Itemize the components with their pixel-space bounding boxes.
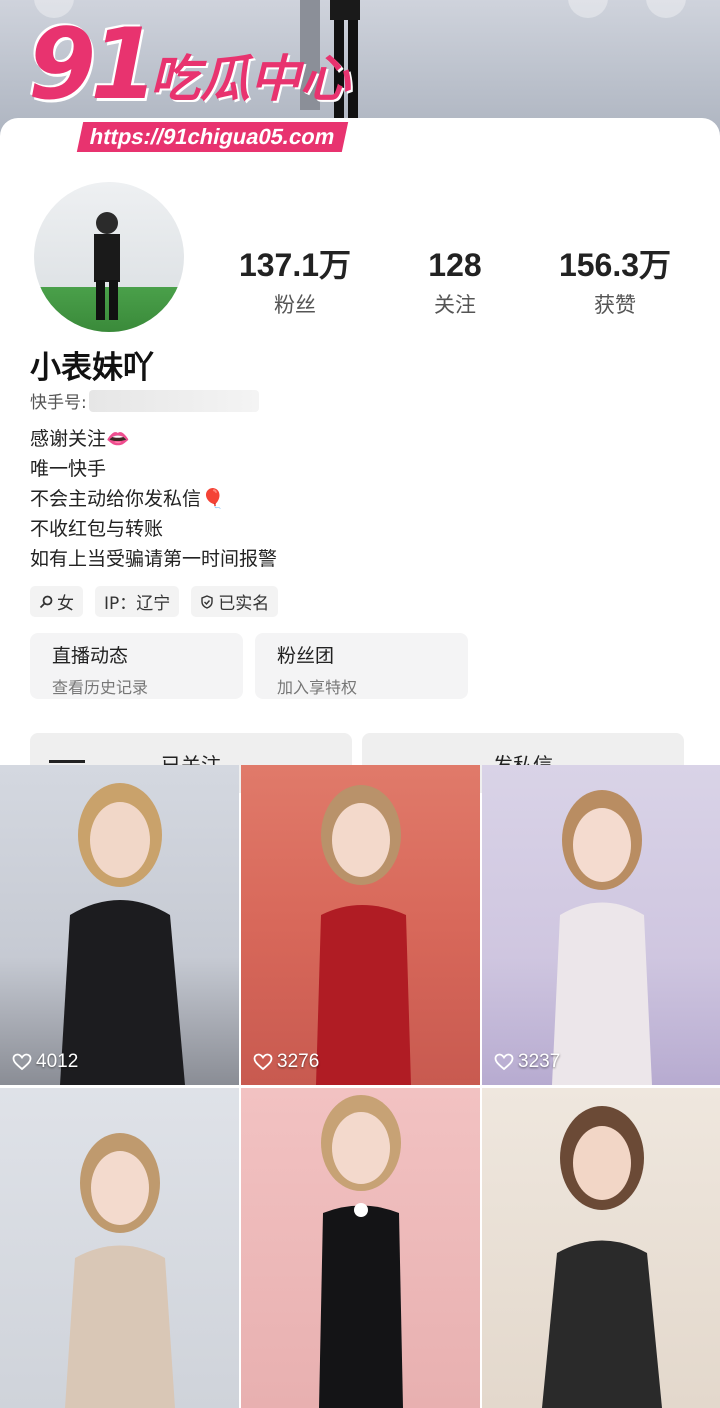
- stat-label: 获赞: [535, 289, 695, 319]
- user-id-row: 快手号:: [30, 388, 259, 413]
- like-count: 3276: [253, 1051, 319, 1073]
- heart-icon: [253, 1053, 273, 1071]
- tag-label: 已实名: [218, 589, 269, 614]
- work-thumbnail[interactable]: 3276: [241, 765, 480, 1085]
- thumbnail-outfit: [542, 1241, 662, 1408]
- feature-cards: 直播动态 查看历史记录 粉丝团 加入享特权: [30, 633, 468, 699]
- profile-name: 小表妹吖: [30, 342, 154, 387]
- thumbnail-person: [20, 1088, 220, 1408]
- card-subtitle: 加入享特权: [277, 674, 468, 698]
- user-id-blurred: [89, 390, 259, 412]
- bio-line: 如有上当受骗请第一时间报警: [30, 544, 277, 574]
- tag-label: IP：辽宁: [104, 589, 170, 614]
- thumbnail-person: [261, 765, 461, 1085]
- thumbnail-outfit: [552, 903, 652, 1086]
- heart-icon: [494, 1053, 514, 1071]
- tag-ip: IP：辽宁: [95, 586, 179, 617]
- female-icon: [39, 595, 53, 609]
- tag-verified: 已实名: [191, 586, 278, 617]
- bio-line: 感谢关注👄: [30, 424, 277, 454]
- works-grid: 4012 3276 3237: [0, 765, 720, 1408]
- bio-line: 唯一快手: [30, 454, 277, 484]
- like-count: 4012: [12, 1051, 78, 1073]
- avatar-figure: [34, 182, 184, 332]
- stat-value: 156.3万: [535, 248, 695, 283]
- thumbnail-person: [502, 1088, 702, 1408]
- work-thumbnail[interactable]: 4012: [0, 765, 239, 1085]
- work-thumbnail[interactable]: 3237: [482, 765, 720, 1085]
- like-count: 3237: [494, 1051, 560, 1073]
- banner-button-right-2[interactable]: [646, 0, 686, 18]
- like-count-value: 3237: [518, 1051, 560, 1073]
- watermark-logo-text: 吃瓜中心: [150, 54, 350, 104]
- thumbnail-outfit: [65, 1246, 175, 1408]
- thumbnail-person: [502, 765, 702, 1085]
- work-thumbnail[interactable]: [241, 1088, 480, 1408]
- like-count-value: 4012: [36, 1051, 78, 1073]
- thumbnail-accessory: [354, 1203, 368, 1217]
- site-watermark: 91 吃瓜中心 https://91chigua05.com: [10, 10, 370, 150]
- stat-likes[interactable]: 156.3万 获赞: [535, 248, 695, 319]
- thumbnail-person: [20, 765, 220, 1085]
- tag-label: 女: [57, 589, 74, 614]
- bio-line: 不收红包与转账: [30, 514, 277, 544]
- watermark-url: https://91chigua05.com: [77, 122, 348, 152]
- work-thumbnail[interactable]: [482, 1088, 720, 1408]
- card-title: 直播动态: [52, 641, 243, 668]
- verified-shield-icon: [200, 595, 214, 609]
- stat-label: 粉丝: [215, 289, 375, 319]
- thumbnail-outfit: [319, 1206, 403, 1408]
- stat-fans[interactable]: 137.1万 粉丝: [215, 248, 375, 319]
- avatar[interactable]: [30, 178, 188, 336]
- card-title: 粉丝团: [277, 641, 468, 668]
- bio-line: 不会主动给你发私信🎈: [30, 484, 277, 514]
- thumbnail-outfit: [316, 905, 411, 1085]
- user-id-label: 快手号:: [30, 388, 87, 413]
- stats-row: 137.1万 粉丝 128 关注 156.3万 获赞: [215, 248, 695, 319]
- tag-gender: 女: [30, 586, 83, 617]
- stat-following[interactable]: 128 关注: [375, 248, 535, 319]
- profile-tags: 女 IP：辽宁 已实名: [30, 586, 278, 617]
- watermark-logo-number: 91: [28, 16, 152, 114]
- stat-value: 137.1万: [215, 248, 375, 283]
- card-subtitle: 查看历史记录: [52, 674, 243, 698]
- bio: 感谢关注👄 唯一快手 不会主动给你发私信🎈 不收红包与转账 如有上当受骗请第一时…: [30, 424, 277, 574]
- stat-label: 关注: [375, 289, 535, 319]
- thumbnail-person: [261, 1088, 461, 1408]
- stat-value: 128: [375, 248, 535, 283]
- card-fan-club[interactable]: 粉丝团 加入享特权: [255, 633, 468, 699]
- work-thumbnail[interactable]: [0, 1088, 239, 1408]
- card-live-history[interactable]: 直播动态 查看历史记录: [30, 633, 243, 699]
- banner-button-right-1[interactable]: [568, 0, 608, 18]
- works-tab-indicator: [49, 760, 85, 763]
- like-count-value: 3276: [277, 1051, 319, 1073]
- heart-icon: [12, 1053, 32, 1071]
